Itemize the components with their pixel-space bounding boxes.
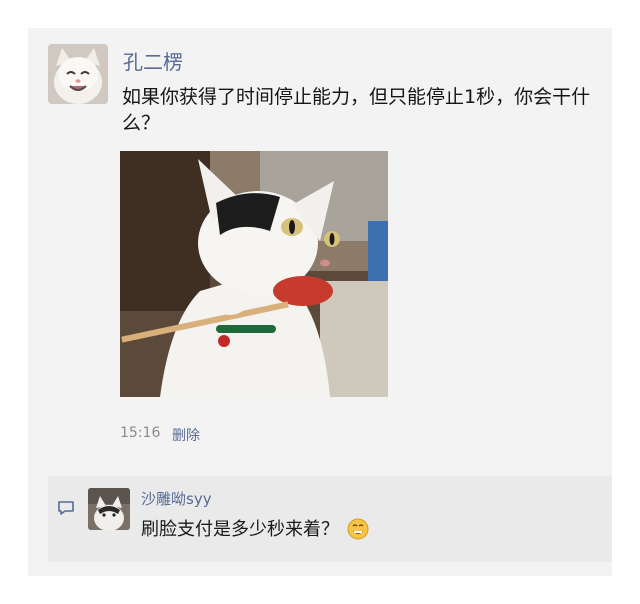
poster-avatar[interactable]: [48, 44, 108, 104]
post-photo[interactable]: [120, 151, 388, 397]
comment-text-body: 刷脸支付是多少秒来着？: [141, 519, 339, 540]
post-message: 如果你获得了时间停止能力，但只能停止1秒，你会干什么？: [122, 86, 591, 134]
post-timestamp: 15:16: [120, 425, 161, 441]
poster-username[interactable]: 孔二楞: [123, 46, 183, 75]
commenter-username[interactable]: 沙雕呦syy: [141, 488, 212, 509]
commenter-avatar[interactable]: [88, 488, 130, 530]
comment-bubble-icon: [57, 500, 75, 516]
comment-text: 刷脸支付是多少秒来着？: [141, 515, 369, 541]
delete-button[interactable]: 删除: [172, 425, 200, 445]
grinning-money-face-emoji-icon: [347, 518, 369, 540]
